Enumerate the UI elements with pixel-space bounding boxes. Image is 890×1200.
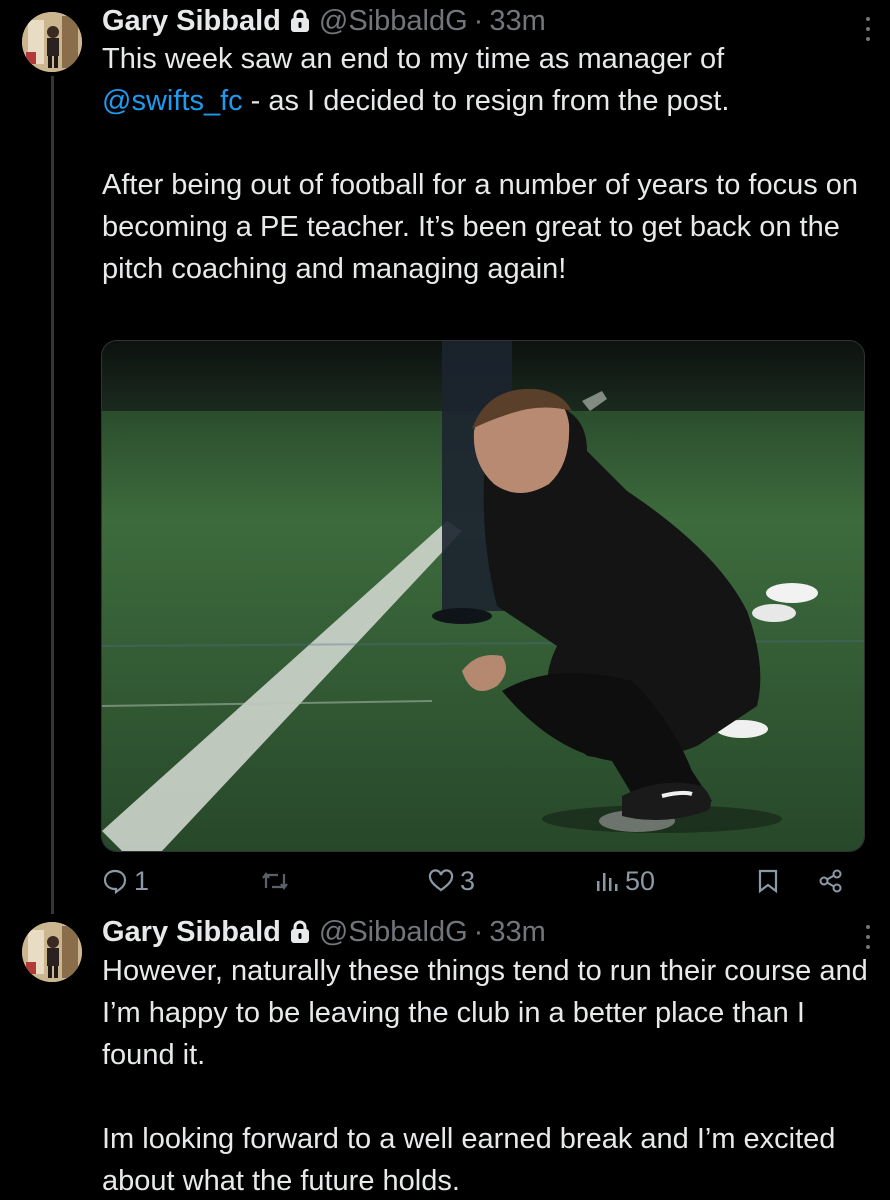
retweet-button[interactable] (260, 862, 290, 900)
views-button[interactable]: 50 (595, 862, 655, 900)
tweet-media-photo[interactable] (101, 340, 865, 852)
thread-connector-line (51, 76, 54, 914)
author-handle[interactable]: @SibbaldG (319, 916, 468, 949)
views-chart-icon (595, 869, 619, 893)
reply-icon (102, 868, 128, 894)
reply-count: 1 (134, 865, 150, 896)
author-name[interactable]: Gary Sibbald (102, 916, 281, 949)
avatar[interactable] (22, 922, 82, 982)
author-name[interactable]: Gary Sibbald (102, 5, 281, 38)
separator-dot: · (473, 4, 484, 37)
bookmark-icon (757, 868, 779, 894)
heart-icon (428, 869, 454, 893)
retweet-icon (260, 868, 290, 894)
view-count: 50 (625, 865, 656, 896)
reply-button[interactable]: 1 (102, 862, 149, 900)
tweet-paragraph: Im looking forward to a well earned brea… (102, 1123, 836, 1197)
separator-dot: · (473, 915, 484, 948)
timestamp[interactable]: 33m (489, 916, 545, 949)
lock-icon (289, 920, 311, 944)
thread-view: Gary Sibbald @SibbaldG · 33m This week s… (0, 0, 890, 1200)
tweet-text-line: This week saw an end to my time as manag… (102, 43, 725, 75)
lock-icon (289, 9, 311, 33)
tweet-text-fragment: - as I decided to resign from the post. (242, 85, 730, 117)
bookmark-button[interactable] (757, 862, 779, 900)
share-icon (818, 868, 844, 894)
tweet-header: Gary Sibbald @SibbaldG · 33m (102, 2, 546, 40)
tweet-paragraph: However, naturally these things tend to … (102, 955, 868, 1071)
share-button[interactable] (818, 862, 844, 900)
more-vertical-icon[interactable] (864, 922, 872, 952)
like-count: 3 (460, 865, 476, 896)
tweet-text: However, naturally these things tend to … (102, 950, 872, 1200)
like-button[interactable]: 3 (428, 862, 475, 900)
tweet-actions: 1 3 50 (102, 862, 852, 900)
tweet-paragraph: After being out of football for a number… (102, 169, 859, 285)
mention-link[interactable]: @swifts_fc (102, 85, 243, 117)
avatar[interactable] (22, 12, 82, 72)
tweet-header: Gary Sibbald @SibbaldG · 33m (102, 913, 546, 951)
tweet-text: This week saw an end to my time as manag… (102, 38, 872, 290)
timestamp[interactable]: 33m (489, 5, 545, 38)
tweet-text-line: @swifts_fc - as I decided to resign from… (102, 80, 872, 122)
author-handle[interactable]: @SibbaldG (319, 5, 468, 38)
